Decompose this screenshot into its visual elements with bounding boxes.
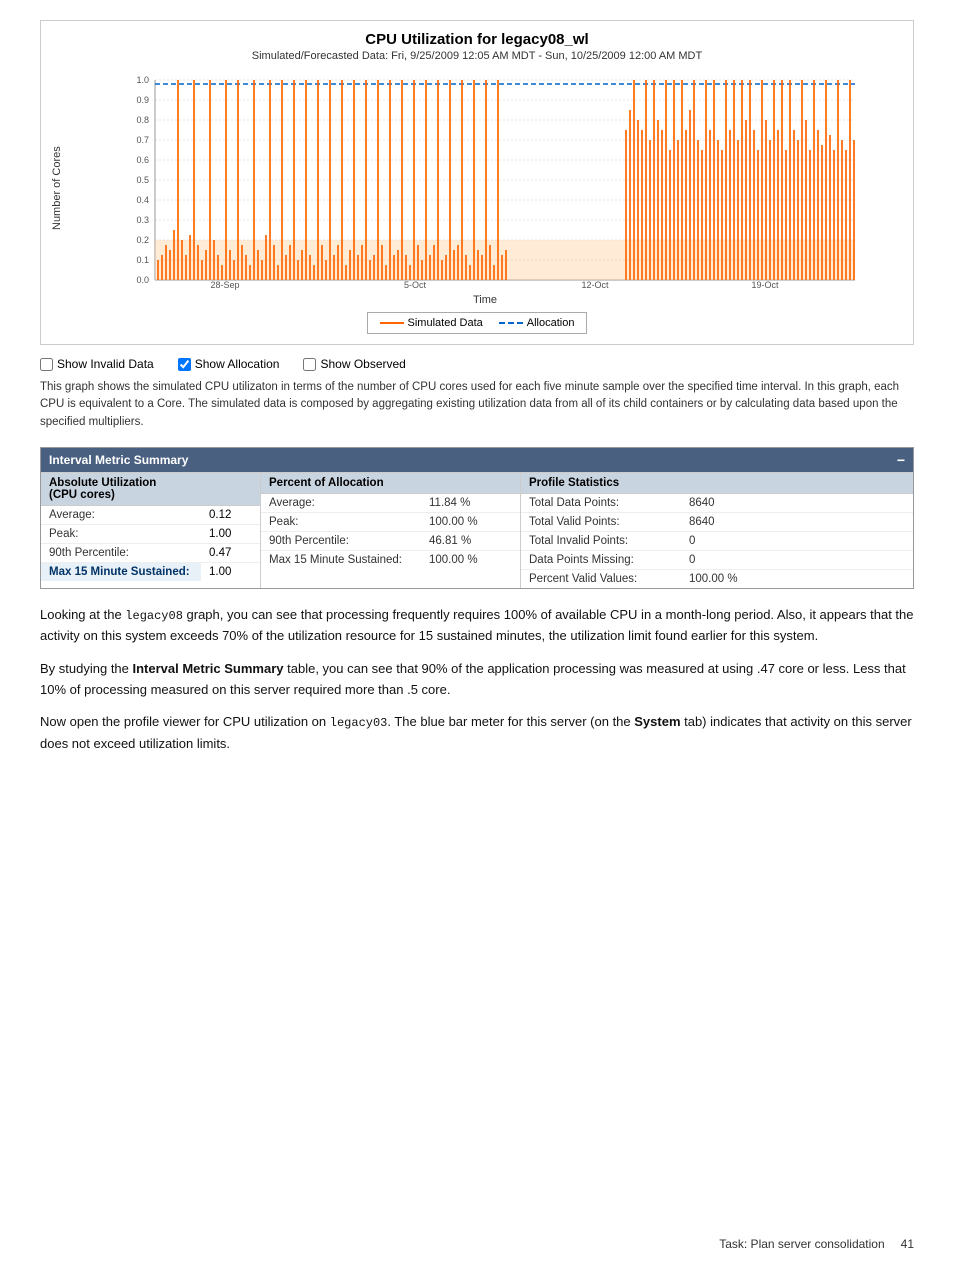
svg-text:0.2: 0.2	[136, 235, 149, 245]
svg-text:0.9: 0.9	[136, 95, 149, 105]
show-allocation-label: Show Allocation	[195, 357, 280, 371]
absolute-row-peak: Peak: 1.00	[41, 525, 260, 544]
svg-text:0.1: 0.1	[136, 255, 149, 265]
svg-text:19-Oct: 19-Oct	[751, 280, 779, 290]
page-footer: Task: Plan server consolidation 41	[719, 1237, 914, 1251]
interval-summary: Interval Metric Summary − Absolute Utili…	[40, 447, 914, 589]
absolute-peak-value: 1.00	[201, 525, 239, 543]
collapse-icon[interactable]: −	[897, 452, 905, 468]
show-invalid-label: Show Invalid Data	[57, 357, 154, 371]
absolute-90th-label: 90th Percentile:	[41, 544, 201, 562]
cpu-chart-container: CPU Utilization for legacy08_wl Simulate…	[40, 20, 914, 345]
checkboxes-row: Show Invalid Data Show Allocation Show O…	[40, 357, 914, 371]
pct-average-value: 11.84 %	[429, 497, 470, 509]
y-axis-label: Number of Cores	[51, 70, 63, 306]
absolute-row-max15: Max 15 Minute Sustained: 1.00	[41, 563, 260, 581]
show-observed-label: Show Observed	[320, 357, 405, 371]
inline-code-legacy08: legacy08	[125, 609, 183, 623]
col-absolute-header: Absolute Utilization (CPU cores)	[41, 473, 260, 506]
pct-average-label: Average:	[269, 497, 429, 509]
inline-code-legacy03: legacy03	[330, 716, 388, 730]
profile-total-valid-value: 8640	[689, 516, 715, 528]
profile-row-total-valid: Total Valid Points: 8640	[521, 513, 913, 532]
svg-text:28-Sep: 28-Sep	[210, 280, 239, 290]
profile-pct-valid-value: 100.00 %	[689, 573, 738, 585]
chart-title: CPU Utilization for legacy08_wl	[51, 31, 903, 48]
bold-interval-summary: Interval Metric Summary	[133, 661, 284, 676]
profile-missing-value: 0	[689, 554, 695, 566]
bold-system-tab: System	[634, 714, 680, 729]
pct-peak-value: 100.00 %	[429, 516, 478, 528]
svg-text:5-Oct: 5-Oct	[404, 280, 427, 290]
show-invalid-input[interactable]	[40, 358, 53, 371]
profile-row-missing: Data Points Missing: 0	[521, 551, 913, 570]
profile-missing-label: Data Points Missing:	[529, 554, 689, 566]
svg-text:12-Oct: 12-Oct	[581, 280, 609, 290]
profile-row-total-data: Total Data Points: 8640	[521, 494, 913, 513]
legend-simulated-line	[380, 322, 404, 324]
profile-row-total-invalid: Total Invalid Points: 0	[521, 532, 913, 551]
body-paragraph-2: By studying the Interval Metric Summary …	[40, 659, 914, 701]
legend-simulated: Simulated Data	[380, 317, 483, 329]
col-profile-header: Profile Statistics	[521, 473, 913, 494]
legend-simulated-label: Simulated Data	[408, 317, 483, 329]
profile-total-valid-label: Total Valid Points:	[529, 516, 689, 528]
pct-max15-value: 100.00 %	[429, 554, 478, 566]
col-absolute: Absolute Utilization (CPU cores) Average…	[41, 473, 261, 588]
svg-text:0.0: 0.0	[136, 275, 149, 285]
interval-title: Interval Metric Summary	[49, 453, 188, 467]
show-allocation-input[interactable]	[178, 358, 191, 371]
svg-text:0.3: 0.3	[136, 215, 149, 225]
svg-text:0.5: 0.5	[136, 175, 149, 185]
chart-legend: Simulated Data Allocation	[367, 312, 588, 334]
absolute-peak-label: Peak:	[41, 525, 201, 543]
absolute-average-label: Average:	[41, 506, 201, 524]
pct-90th-value: 46.81 %	[429, 535, 471, 547]
svg-text:0.7: 0.7	[136, 135, 149, 145]
absolute-row-90th: 90th Percentile: 0.47	[41, 544, 260, 563]
pct-peak-label: Peak:	[269, 516, 429, 528]
pct-row-90th: 90th Percentile: 46.81 %	[261, 532, 520, 551]
chart-svg: 1.0 0.9 0.8 0.7 0.6 0.5 0.4 0.3 0.2 0.1 …	[67, 70, 903, 290]
profile-row-pct-valid: Percent Valid Values: 100.00 %	[521, 570, 913, 588]
absolute-average-value: 0.12	[201, 506, 239, 524]
col-percent: Percent of Allocation Average: 11.84 % P…	[261, 473, 521, 588]
svg-text:1.0: 1.0	[136, 75, 149, 85]
pct-row-average: Average: 11.84 %	[261, 494, 520, 513]
pct-max15-label: Max 15 Minute Sustained:	[269, 554, 429, 566]
absolute-max15-value: 1.00	[201, 563, 239, 581]
interval-table: Absolute Utilization (CPU cores) Average…	[41, 472, 913, 588]
chart-subtitle: Simulated/Forecasted Data: Fri, 9/25/200…	[51, 50, 903, 62]
x-axis-label: Time	[67, 294, 903, 306]
absolute-max15-label: Max 15 Minute Sustained:	[41, 563, 201, 581]
svg-text:0.6: 0.6	[136, 155, 149, 165]
col-profile: Profile Statistics Total Data Points: 86…	[521, 473, 913, 588]
profile-total-invalid-value: 0	[689, 535, 695, 547]
interval-header: Interval Metric Summary −	[41, 448, 913, 472]
chart-description: This graph shows the simulated CPU utili…	[40, 379, 914, 431]
profile-total-data-value: 8640	[689, 497, 715, 509]
show-invalid-checkbox[interactable]: Show Invalid Data	[40, 357, 154, 371]
legend-allocation-line	[499, 322, 523, 324]
legend-allocation: Allocation	[499, 317, 575, 329]
legend-allocation-label: Allocation	[527, 317, 575, 329]
pct-row-max15: Max 15 Minute Sustained: 100.00 %	[261, 551, 520, 569]
absolute-90th-value: 0.47	[201, 544, 239, 562]
profile-pct-valid-label: Percent Valid Values:	[529, 573, 689, 585]
profile-total-invalid-label: Total Invalid Points:	[529, 535, 689, 547]
svg-text:0.4: 0.4	[136, 195, 149, 205]
show-observed-checkbox[interactable]: Show Observed	[303, 357, 405, 371]
show-allocation-checkbox[interactable]: Show Allocation	[178, 357, 280, 371]
svg-text:0.8: 0.8	[136, 115, 149, 125]
body-paragraph-1: Looking at the legacy08 graph, you can s…	[40, 605, 914, 647]
pct-90th-label: 90th Percentile:	[269, 535, 429, 547]
footer-task-label: Task: Plan server consolidation	[719, 1237, 884, 1251]
body-paragraph-3: Now open the profile viewer for CPU util…	[40, 712, 914, 754]
footer-page-number: 41	[901, 1237, 914, 1251]
profile-total-data-label: Total Data Points:	[529, 497, 689, 509]
pct-row-peak: Peak: 100.00 %	[261, 513, 520, 532]
absolute-row-average: Average: 0.12	[41, 506, 260, 525]
show-observed-input[interactable]	[303, 358, 316, 371]
col-percent-header: Percent of Allocation	[261, 473, 520, 494]
